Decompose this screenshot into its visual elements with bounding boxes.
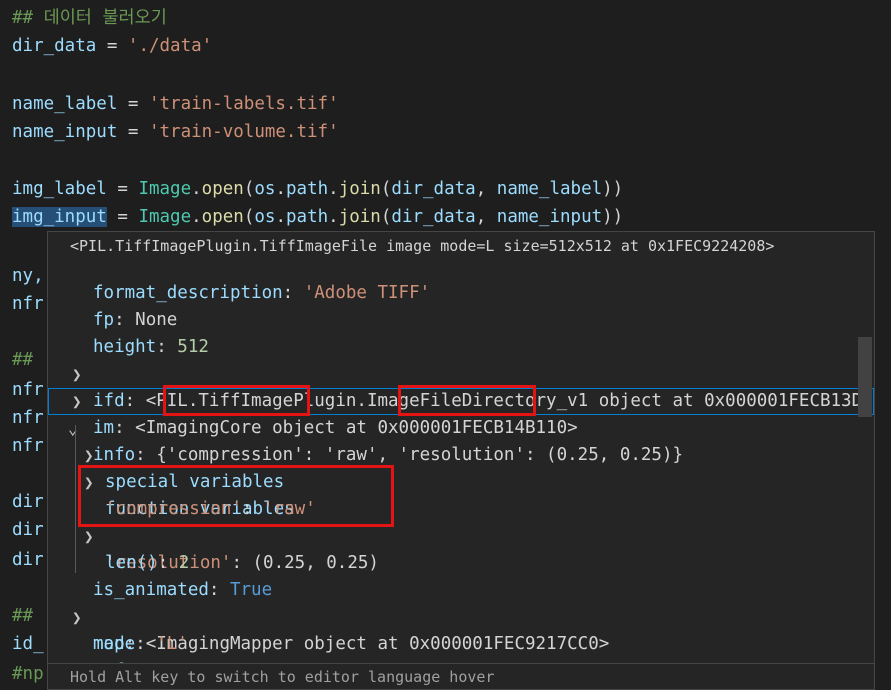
tree-row-map[interactable]: ❯ map: <ImagingMapper object at 0x000001… xyxy=(48,577,874,654)
tree-row-mode[interactable]: mode: 'L' xyxy=(48,604,874,654)
code-line-20: dir xyxy=(12,550,44,570)
code-line-16: nfr xyxy=(12,436,44,456)
code-line-5: name_input = 'train-volume.tif' xyxy=(12,122,339,142)
code-line-1: ## 데이터 불러오기 xyxy=(12,8,167,28)
tree-row-format-description[interactable]: format_description: 'Adobe TIFF' xyxy=(48,255,874,303)
code-line-13: ## xyxy=(12,350,34,370)
code-line-4: name_label = 'train-labels.tif' xyxy=(12,94,339,114)
variable-tree[interactable]: format_description: 'Adobe TIFF' fp: Non… xyxy=(48,255,874,663)
code-line-22: ## xyxy=(12,606,34,626)
code-line-8: img_input = Image.open(os.path.join(dir_… xyxy=(12,207,624,227)
tree-row-height[interactable]: height: 512 xyxy=(48,307,874,357)
tree-row-special-variables[interactable]: ❯ special variables xyxy=(48,415,874,492)
tree-row-len[interactable]: len(): 2 xyxy=(48,523,874,573)
code-line-7: img_label = Image.open(os.path.join(dir_… xyxy=(12,179,624,199)
code-line-10: ny, xyxy=(12,266,44,286)
highlight-box-resolution-key xyxy=(398,385,536,416)
highlight-box-info-items xyxy=(78,465,394,527)
tree-row-fp[interactable]: fp: None xyxy=(48,280,874,330)
indent-guide xyxy=(75,425,76,573)
code-line-18: dir xyxy=(12,492,44,512)
tree-row-is-animated[interactable]: is_animated: True xyxy=(48,550,874,600)
tree-row-ifd[interactable]: ❯ ifd: <PIL.TiffImagePlugin.ImageFileDir… xyxy=(48,334,874,411)
hover-footer-hint: Hold Alt key to switch to editor languag… xyxy=(48,663,874,689)
vertical-scrollbar[interactable] xyxy=(858,337,872,417)
code-line-23: id_ xyxy=(12,634,44,654)
code-line-14: nfr xyxy=(12,380,44,400)
code-line-15: nfr xyxy=(12,408,44,428)
debug-hover-widget[interactable]: <PIL.TiffImagePlugin.TiffImageFile image… xyxy=(47,231,875,690)
code-line-24: #np xyxy=(12,664,44,684)
tree-row-n-frames[interactable]: n_frames: 30 xyxy=(48,631,874,663)
tree-row-im[interactable]: ❯ im: <ImagingCore object at 0x000001FEC… xyxy=(48,361,874,438)
highlight-box-compression-key xyxy=(163,385,310,416)
code-line-19: dir xyxy=(12,520,44,540)
hover-title: <PIL.TiffImagePlugin.TiffImageFile image… xyxy=(70,237,775,255)
code-line-2: dir_data = './data' xyxy=(12,36,213,56)
code-line-11: nfr xyxy=(12,294,44,314)
